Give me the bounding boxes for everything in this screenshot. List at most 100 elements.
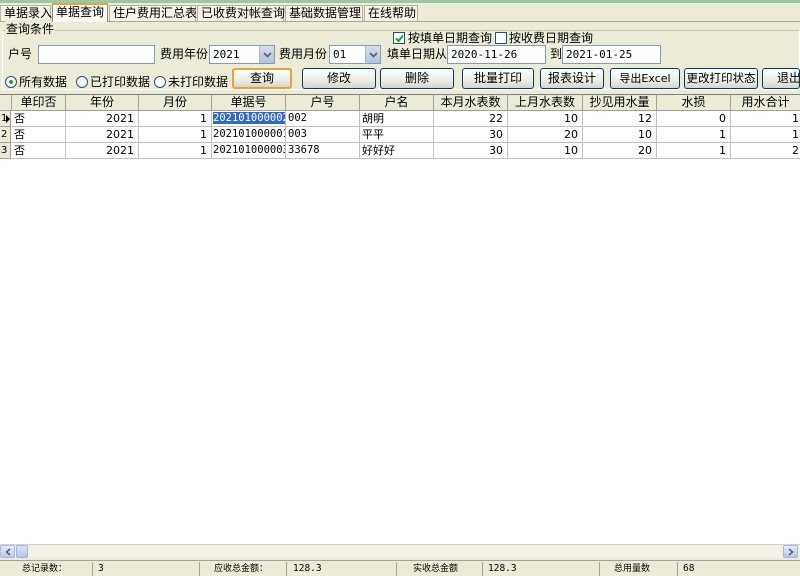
- col-total-usage[interactable]: 用水合计: [731, 95, 800, 111]
- col-last-meter[interactable]: 上月水表数: [508, 95, 583, 111]
- date-from-input[interactable]: 2020-11-26: [447, 45, 546, 64]
- scroll-left-button[interactable]: [0, 545, 15, 558]
- receivable-label: 应收总金额：: [200, 562, 287, 576]
- date-to-label: 到: [550, 47, 563, 61]
- cell-printed[interactable]: 否: [12, 111, 66, 127]
- col-name[interactable]: 户名: [360, 95, 434, 111]
- change-print-status-button[interactable]: 更改打印状态: [684, 68, 758, 89]
- cell-printed[interactable]: 否: [12, 127, 66, 143]
- cell-account[interactable]: 003: [286, 127, 360, 143]
- delete-button[interactable]: 删除: [380, 68, 454, 89]
- cell-bill-no[interactable]: 202101000003: [212, 143, 286, 159]
- cell-name[interactable]: 好好好: [360, 143, 434, 159]
- date-to-input[interactable]: 2021-01-25: [562, 45, 661, 64]
- date-from-label: 填单日期从: [387, 47, 448, 61]
- cell-bill-no[interactable]: 202101000001: [212, 127, 286, 143]
- row-header[interactable]: 3: [0, 143, 11, 159]
- radio-printed-data[interactable]: [76, 76, 88, 88]
- query-button[interactable]: 查询: [232, 68, 292, 89]
- col-read-usage[interactable]: 抄见用水量: [583, 95, 657, 111]
- scroll-thumb[interactable]: [16, 545, 28, 558]
- cell-account[interactable]: 33678: [286, 143, 360, 159]
- cell-month[interactable]: 1: [139, 111, 212, 127]
- cell-year[interactable]: 2021: [66, 111, 139, 127]
- month-select[interactable]: 01: [329, 45, 381, 64]
- chevron-right-icon: [788, 547, 794, 556]
- cell-current-meter[interactable]: 22: [434, 111, 508, 127]
- table-row[interactable]: 1 否 2021 1 202101000002 002 胡明 22 10 12 …: [0, 111, 800, 127]
- cell-read-usage[interactable]: 12: [583, 111, 657, 127]
- tab-bar: 单据录入 单据查询 住户费用汇总表 已收费对帐查询 基础数据管理 在线帮助: [0, 3, 800, 22]
- cell-year[interactable]: 2021: [66, 143, 139, 159]
- cell-read-usage[interactable]: 20: [583, 143, 657, 159]
- scroll-right-button[interactable]: [783, 545, 798, 558]
- row-header[interactable]: 2: [0, 127, 11, 143]
- cell-water-loss[interactable]: 1: [657, 127, 731, 143]
- row-number: 2: [1, 129, 8, 140]
- month-label: 费用月份: [279, 47, 328, 61]
- cell-total-usage[interactable]: 1: [731, 127, 800, 143]
- fill-date-check-label: 按填单日期查询: [408, 31, 493, 45]
- table-row[interactable]: 3 否 2021 1 202101000003 33678 好好好 30 10 …: [0, 143, 800, 159]
- table-row[interactable]: 2 否 2021 1 202101000001 003 平平 30 20 10 …: [0, 127, 800, 143]
- chevron-left-icon: [4, 547, 10, 556]
- cell-name[interactable]: 胡明: [360, 111, 434, 127]
- col-current-meter[interactable]: 本月水表数: [434, 95, 508, 111]
- chevron-down-icon[interactable]: [365, 46, 380, 63]
- total-usage-value: 68: [683, 563, 695, 574]
- cell-water-loss[interactable]: 1: [657, 143, 731, 159]
- batch-print-button[interactable]: 批量打印: [462, 68, 534, 89]
- cell-total-usage[interactable]: 2: [731, 143, 800, 159]
- cell-account[interactable]: 002: [286, 111, 360, 127]
- total-usage-label: 总用量数: [600, 562, 678, 576]
- cell-last-meter[interactable]: 10: [508, 111, 583, 127]
- cell-name[interactable]: 平平: [360, 127, 434, 143]
- cell-read-usage[interactable]: 10: [583, 127, 657, 143]
- cell-year[interactable]: 2021: [66, 127, 139, 143]
- col-bill-no[interactable]: 单据号: [212, 95, 286, 111]
- year-select[interactable]: 2021: [209, 45, 275, 64]
- radio-unprinted-data[interactable]: [154, 76, 166, 88]
- cell-bill-no[interactable]: 202101000002: [212, 111, 286, 127]
- col-year[interactable]: 年份: [66, 95, 139, 111]
- charge-date-checkbox[interactable]: [495, 32, 507, 44]
- title-strip: [0, 0, 800, 3]
- cell-current-meter[interactable]: 30: [434, 143, 508, 159]
- col-water-loss[interactable]: 水损: [657, 95, 731, 111]
- exit-button[interactable]: 退出: [762, 68, 800, 89]
- col-printed[interactable]: 单印否: [12, 95, 66, 111]
- cell-last-meter[interactable]: 10: [508, 143, 583, 159]
- total-records-value: 3: [93, 562, 200, 576]
- radio-all-label: 所有数据: [19, 75, 68, 89]
- cell-last-meter[interactable]: 20: [508, 127, 583, 143]
- tab-divider: [0, 21, 800, 22]
- fill-date-checkbox[interactable]: [393, 32, 405, 44]
- cell-water-loss[interactable]: 0: [657, 111, 731, 127]
- cell-month[interactable]: 1: [139, 127, 212, 143]
- tab-online-help[interactable]: 在线帮助: [364, 5, 418, 21]
- cell-printed[interactable]: 否: [12, 143, 66, 159]
- tab-bill-entry[interactable]: 单据录入: [0, 5, 52, 21]
- horizontal-scrollbar[interactable]: [0, 544, 800, 558]
- cell-month[interactable]: 1: [139, 143, 212, 159]
- year-label: 费用年份: [160, 47, 209, 61]
- chevron-down-icon[interactable]: [259, 46, 274, 63]
- cell-current-meter[interactable]: 30: [434, 127, 508, 143]
- col-month[interactable]: 月份: [139, 95, 212, 111]
- tab-household-summary[interactable]: 住户费用汇总表: [109, 5, 197, 21]
- cell-total-usage[interactable]: 1: [731, 111, 800, 127]
- col-account[interactable]: 户号: [286, 95, 360, 111]
- year-value: 2021: [213, 48, 240, 61]
- modify-button[interactable]: 修改: [302, 68, 376, 89]
- radio-all-data[interactable]: [5, 76, 17, 88]
- account-input[interactable]: [38, 45, 155, 64]
- row-header[interactable]: 1: [0, 111, 11, 127]
- export-excel-button[interactable]: 导出Excel: [610, 68, 680, 89]
- charge-date-check-label: 按收费日期查询: [509, 31, 594, 45]
- tab-bill-query[interactable]: 单据查询: [52, 3, 108, 22]
- account-label: 户号: [8, 47, 33, 61]
- tab-basic-data[interactable]: 基础数据管理: [285, 5, 363, 21]
- tab-paid-reconciliation[interactable]: 已收费对帐查询: [197, 5, 285, 21]
- report-design-button[interactable]: 报表设计: [540, 68, 604, 89]
- status-bar: 总记录数： 3 应收总金额： 128.3 实收总金额 128.3 总用量数 68: [0, 560, 800, 576]
